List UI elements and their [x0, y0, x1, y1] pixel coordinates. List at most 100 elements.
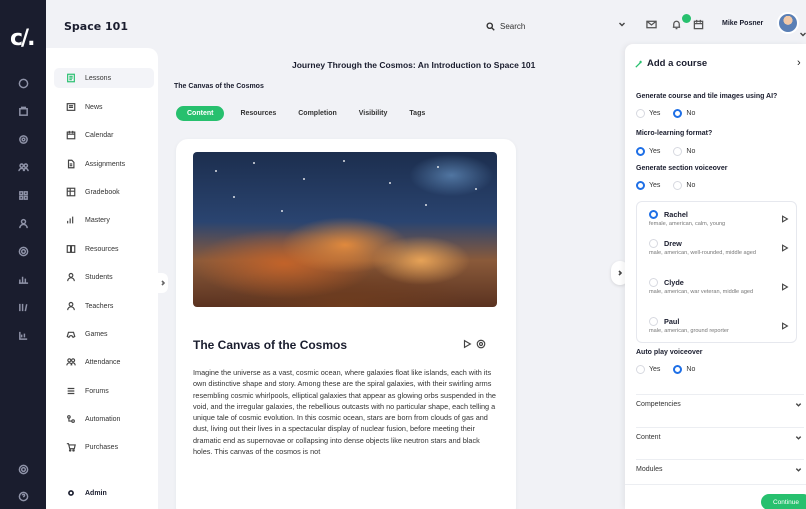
- sidebar-item-automation[interactable]: Automation: [54, 409, 154, 429]
- accordion-competencies[interactable]: Competencies: [636, 394, 804, 414]
- sidebar-item-mastery[interactable]: Mastery: [54, 210, 154, 230]
- voice-option-clyde[interactable]: Clyde male, american, war veteran, middl…: [649, 278, 789, 296]
- radio-voiceover-no[interactable]: No: [673, 181, 695, 190]
- sidebar-item-games[interactable]: Games: [54, 324, 154, 344]
- radio-label: Yes: [649, 182, 661, 189]
- radio-autoplay-no[interactable]: No: [673, 365, 695, 374]
- sidebar-item-label: Resources: [85, 245, 119, 253]
- add-course-panel: Add a course › Generate course and tile …: [625, 44, 806, 509]
- voice-name: Rachel: [664, 210, 688, 219]
- chevron-right-icon: [618, 270, 623, 276]
- analytics-icon[interactable]: [14, 270, 32, 288]
- sidebar-item-label: Automation: [85, 415, 121, 423]
- play-icon[interactable]: [781, 244, 789, 252]
- user-icon[interactable]: [14, 214, 32, 232]
- assignments-icon: [67, 159, 75, 169]
- radio-micro-no[interactable]: No: [673, 147, 695, 156]
- course-sidebar: Lessons News Calendar Assignments Gradeb…: [46, 48, 158, 509]
- voice-option-paul[interactable]: Paul male, american, ground reporter: [649, 317, 789, 335]
- accordion-label: Content: [636, 434, 661, 441]
- close-icon[interactable]: ›: [797, 58, 806, 69]
- sidebar-item-teachers[interactable]: Teachers: [54, 296, 154, 316]
- voice-desc: female, american, calm, young: [649, 221, 726, 227]
- sidebar-item-label: Forums: [85, 387, 109, 395]
- automation-icon: [67, 415, 75, 423]
- play-icon[interactable]: [462, 339, 472, 349]
- sidebar-item-admin[interactable]: Admin: [54, 483, 154, 503]
- search-bar[interactable]: Search: [486, 17, 626, 35]
- sidebar-item-forums[interactable]: Forums: [54, 381, 154, 401]
- voice-list[interactable]: Rachel female, american, calm, young Dre…: [636, 201, 797, 343]
- accordion-content[interactable]: Content: [636, 427, 804, 447]
- grid-icon[interactable]: [14, 186, 32, 204]
- gear-icon[interactable]: [14, 460, 32, 478]
- teachers-icon: [67, 301, 75, 311]
- tab-completion[interactable]: Completion: [292, 106, 343, 121]
- library-icon[interactable]: [14, 298, 32, 316]
- home-icon[interactable]: [14, 74, 32, 92]
- panel-title: Add a course: [635, 58, 707, 69]
- section-body: Imagine the universe as a vast, cosmic o…: [193, 368, 496, 457]
- mail-icon[interactable]: [646, 19, 657, 30]
- tab-visibility[interactable]: Visibility: [353, 106, 394, 121]
- course-title: Space 101: [64, 20, 128, 33]
- radio-images-no[interactable]: No: [673, 109, 695, 118]
- sidebar-item-news[interactable]: News: [54, 97, 154, 117]
- q-voiceover: Generate section voiceover: [636, 165, 728, 172]
- sidebar-item-label: Teachers: [85, 302, 114, 310]
- radio-micro-yes[interactable]: Yes: [636, 147, 660, 156]
- voice-option-drew[interactable]: Drew male, american, well-rounded, middl…: [649, 239, 789, 257]
- avatar[interactable]: [777, 12, 799, 34]
- sidebar-item-label: Calendar: [85, 131, 114, 139]
- continue-button[interactable]: Continue: [761, 494, 806, 509]
- sidebar-item-calendar[interactable]: Calendar: [54, 125, 154, 145]
- voice-desc: male, american, war veteran, middle aged: [649, 289, 754, 295]
- bell-icon[interactable]: [671, 19, 682, 30]
- people-icon[interactable]: [14, 158, 32, 176]
- sidebar-item-students[interactable]: Students: [54, 267, 154, 287]
- play-icon[interactable]: [781, 215, 789, 223]
- sidebar-item-label: Attendance: [85, 358, 121, 366]
- radio-voiceover-yes[interactable]: Yes: [636, 181, 660, 190]
- voice-desc: male, american, ground reporter: [649, 328, 729, 334]
- sidebar-item-label: Mastery: [85, 216, 110, 224]
- radio-images-yes[interactable]: Yes: [636, 109, 660, 118]
- play-icon[interactable]: [781, 283, 789, 291]
- voice-option-rachel[interactable]: Rachel female, american, calm, young: [649, 210, 789, 228]
- tab-content[interactable]: Content: [176, 105, 225, 121]
- tab-tags[interactable]: Tags: [403, 106, 431, 121]
- accordion-modules[interactable]: Modules: [636, 459, 804, 479]
- settings-icon[interactable]: [14, 130, 32, 148]
- radio-autoplay-yes[interactable]: Yes: [636, 365, 660, 374]
- target-icon[interactable]: [14, 242, 32, 260]
- sidebar-item-lessons[interactable]: Lessons: [54, 68, 154, 88]
- radio-label: Yes: [649, 366, 661, 373]
- user-name[interactable]: Mike Posner: [722, 20, 763, 27]
- dashboard-icon[interactable]: [14, 102, 32, 120]
- lesson-tabs: Content Resources Completion Visibility …: [176, 104, 431, 122]
- reports-icon[interactable]: [14, 326, 32, 344]
- radio-group-voiceover: Yes No: [636, 181, 695, 190]
- lesson-title: The Canvas of the Cosmos: [174, 83, 264, 90]
- notification-dot: [682, 14, 691, 23]
- play-icon[interactable]: [781, 322, 789, 330]
- calendar-icon[interactable]: [693, 19, 704, 30]
- tab-resources[interactable]: Resources: [234, 106, 282, 121]
- panel-title-text: Add a course: [647, 58, 708, 69]
- audio-settings-icon[interactable]: [476, 339, 486, 349]
- sidebar-item-assignments[interactable]: Assignments: [54, 154, 154, 174]
- search-placeholder[interactable]: Search: [500, 22, 525, 31]
- chevron-down-icon[interactable]: [799, 30, 806, 38]
- sidebar-item-attendance[interactable]: Attendance: [54, 352, 154, 372]
- chevron-down-icon[interactable]: [618, 20, 626, 28]
- sidebar-item-purchases[interactable]: Purchases: [54, 437, 154, 457]
- page-title: Journey Through the Cosmos: An Introduct…: [292, 60, 536, 70]
- help-icon[interactable]: [14, 487, 32, 505]
- sidebar-item-label: Gradebook: [85, 188, 120, 196]
- sidebar-item-resources[interactable]: Resources: [54, 239, 154, 259]
- chevron-down-icon: [795, 403, 802, 407]
- app-logo[interactable]: c/.: [10, 28, 36, 50]
- sidebar-item-label: Lessons: [85, 74, 112, 82]
- sidebar-item-gradebook[interactable]: Gradebook: [54, 182, 154, 202]
- sidebar-collapse-button[interactable]: [158, 273, 168, 293]
